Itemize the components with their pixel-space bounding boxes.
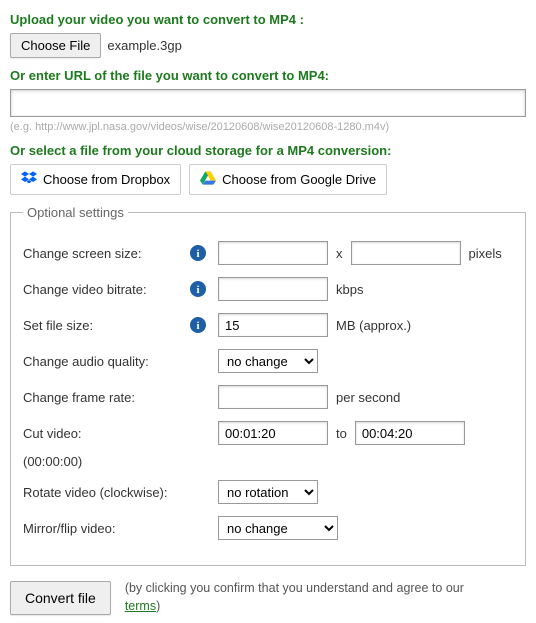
audio-quality-row: Change audio quality: no change <box>23 348 513 374</box>
rotate-label: Rotate video (clockwise): <box>23 485 168 500</box>
gdrive-button-label: Choose from Google Drive <box>222 172 376 187</box>
screen-size-unit: pixels <box>469 246 502 261</box>
screen-size-label: Change screen size: <box>23 246 142 261</box>
cut-video-label: Cut video: <box>23 426 82 441</box>
bitrate-input[interactable] <box>218 277 328 301</box>
filesize-input[interactable] <box>218 313 328 337</box>
submit-row: Convert file (by clicking you confirm th… <box>10 580 526 615</box>
cloud-buttons-row: Choose from Dropbox Choose from Google D… <box>10 164 526 195</box>
dropbox-icon <box>21 170 37 189</box>
info-icon[interactable]: i <box>190 317 206 333</box>
frame-rate-unit: per second <box>336 390 400 405</box>
frame-rate-input[interactable] <box>218 385 328 409</box>
filesize-row: Set file size: i MB (approx.) <box>23 312 513 338</box>
cloud-heading: Or select a file from your cloud storage… <box>10 143 526 158</box>
screen-size-x: x <box>336 246 343 261</box>
frame-rate-label: Change frame rate: <box>23 390 135 405</box>
mirror-row: Mirror/flip video: no change <box>23 515 513 541</box>
rotate-row: Rotate video (clockwise): no rotation <box>23 479 513 505</box>
dropbox-button[interactable]: Choose from Dropbox <box>10 164 181 195</box>
url-hint: (e.g. http://www.jpl.nasa.gov/videos/wis… <box>10 121 526 133</box>
audio-quality-label: Change audio quality: <box>23 354 149 369</box>
rotate-select[interactable]: no rotation <box>218 480 318 504</box>
filesize-label: Set file size: <box>23 318 93 333</box>
cut-video-row: Cut video: to <box>23 420 513 446</box>
svg-text:i: i <box>196 320 199 332</box>
info-icon[interactable]: i <box>190 281 206 297</box>
dropbox-button-label: Choose from Dropbox <box>43 172 170 187</box>
url-heading: Or enter URL of the file you want to con… <box>10 68 526 83</box>
choose-file-button[interactable]: Choose File <box>10 33 101 58</box>
bitrate-unit: kbps <box>336 282 363 297</box>
terms-prefix: (by clicking you confirm that you unders… <box>125 581 464 595</box>
selected-filename: example.3gp <box>107 38 181 53</box>
svg-text:i: i <box>196 284 199 296</box>
optional-settings-fieldset: Optional settings Change screen size: i … <box>10 205 526 566</box>
screen-size-row: Change screen size: i x pixels <box>23 240 513 266</box>
svg-text:i: i <box>196 248 199 260</box>
cut-format-note: (00:00:00) <box>23 454 513 469</box>
terms-link[interactable]: terms <box>125 599 156 613</box>
terms-suffix: ) <box>156 599 160 613</box>
terms-note: (by clicking you confirm that you unders… <box>125 580 485 615</box>
audio-quality-select[interactable]: no change <box>218 349 318 373</box>
screen-width-input[interactable] <box>218 241 328 265</box>
gdrive-button[interactable]: Choose from Google Drive <box>189 164 387 195</box>
upload-heading: Upload your video you want to convert to… <box>10 12 526 27</box>
filesize-unit: MB (approx.) <box>336 318 411 333</box>
gdrive-icon <box>200 170 216 189</box>
convert-button[interactable]: Convert file <box>10 581 111 615</box>
frame-rate-row: Change frame rate: per second <box>23 384 513 410</box>
cut-from-input[interactable] <box>218 421 328 445</box>
screen-height-input[interactable] <box>351 241 461 265</box>
mirror-label: Mirror/flip video: <box>23 521 115 536</box>
url-input[interactable] <box>10 89 526 117</box>
optional-settings-legend: Optional settings <box>23 205 128 220</box>
bitrate-label: Change video bitrate: <box>23 282 147 297</box>
cut-to-input[interactable] <box>355 421 465 445</box>
cut-to-label: to <box>336 426 347 441</box>
file-picker-row: Choose File example.3gp <box>10 33 526 58</box>
info-icon[interactable]: i <box>190 245 206 261</box>
bitrate-row: Change video bitrate: i kbps <box>23 276 513 302</box>
mirror-select[interactable]: no change <box>218 516 338 540</box>
